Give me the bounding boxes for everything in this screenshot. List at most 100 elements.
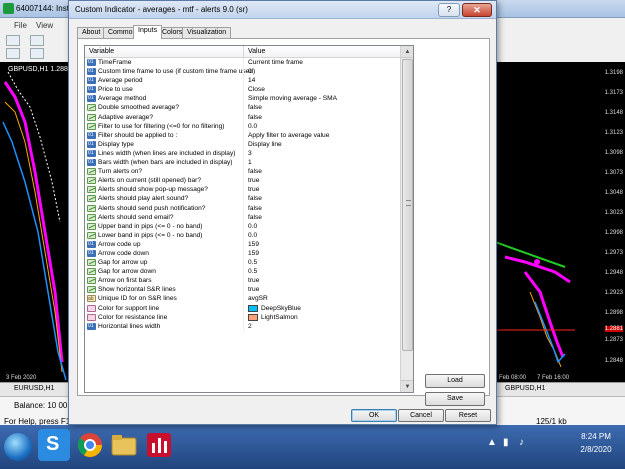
scroll-up-arrow-icon[interactable]: ▲ (401, 46, 413, 58)
param-value[interactable]: 159 (248, 249, 259, 258)
param-value[interactable]: 0.0 (248, 222, 257, 231)
chart-tab-eurusd[interactable]: EURUSD,H1 (14, 385, 54, 392)
column-divider[interactable] (243, 46, 244, 58)
param-value[interactable]: false (248, 194, 262, 203)
table-row[interactable]: Bars width (when bars are included in di… (85, 158, 401, 168)
param-value[interactable]: Close (248, 85, 265, 94)
file-explorer-icon[interactable] (108, 429, 140, 461)
tray-expand-icon[interactable]: ▲ (487, 437, 497, 448)
param-value[interactable]: 14 (248, 76, 255, 85)
param-value[interactable]: 0.0 (248, 122, 257, 131)
param-value[interactable]: Simple moving average - SMA (248, 94, 337, 103)
tab-about[interactable]: About (77, 27, 106, 38)
help-button[interactable]: ? (438, 3, 460, 17)
param-value[interactable]: false (248, 113, 262, 122)
table-row[interactable]: Horizontal lines width 2 (85, 321, 401, 331)
param-value[interactable]: Current time frame (248, 58, 303, 67)
load-button[interactable]: Load (425, 374, 485, 388)
param-value[interactable]: false (248, 167, 262, 176)
param-value[interactable]: 0 (248, 67, 252, 76)
table-row[interactable]: Color for resistance line LightSalmon (85, 312, 401, 322)
cancel-button[interactable]: Cancel (398, 409, 444, 422)
param-value[interactable]: true (248, 276, 259, 285)
crosshair-icon[interactable] (6, 48, 20, 59)
param-value[interactable]: true (248, 285, 259, 294)
system-tray-icons[interactable]: ▲ ▮ ♪ (485, 435, 565, 455)
chart-right-portion[interactable]: 1.3198 1.3173 1.3148 1.3123 1.3098 1.307… (495, 62, 625, 382)
color-swatch[interactable] (248, 313, 258, 321)
tab-visualization[interactable]: Visualization (182, 27, 232, 38)
param-value[interactable]: 2 (248, 322, 252, 331)
column-header-value[interactable]: Value (248, 48, 265, 55)
table-row[interactable]: Price to use Close (85, 85, 401, 95)
param-value[interactable]: 159 (248, 240, 259, 249)
param-value[interactable]: 3 (248, 149, 252, 158)
skype-icon[interactable]: S (38, 429, 70, 461)
clock-date[interactable]: 2/8/2020 (570, 445, 622, 454)
chart-left-portion[interactable]: GBPUSD,H1 1.288 3 Feb 2020 (0, 62, 70, 382)
param-value[interactable]: true (248, 185, 259, 194)
scroll-down-arrow-icon[interactable]: ▼ (401, 380, 413, 392)
table-row[interactable]: Show horizontal S&R lines true (85, 285, 401, 295)
chrome-icon[interactable] (74, 429, 106, 461)
param-value[interactable]: avgSR (248, 294, 268, 303)
color-swatch[interactable] (248, 304, 258, 312)
close-button[interactable]: ✕ (462, 3, 492, 17)
column-header-variable[interactable]: Variable (89, 48, 114, 55)
save-button[interactable]: Save (425, 392, 485, 406)
table-row[interactable]: Gap for arrow up 0.5 (85, 258, 401, 268)
table-row[interactable]: Arrow code down 159 (85, 248, 401, 258)
table-row[interactable]: TimeFrame Current time frame (85, 58, 401, 67)
scrollbar-thumb[interactable] (402, 59, 413, 351)
param-value[interactable]: true (248, 176, 259, 185)
table-row[interactable]: Filter to use for filtering (<=0 for no … (85, 121, 401, 131)
table-row[interactable]: Arrow on first bars true (85, 276, 401, 286)
line-tool-icon[interactable] (30, 48, 44, 59)
param-value[interactable]: false (248, 103, 262, 112)
table-row[interactable]: Alerts on current (still opened) bar? tru… (85, 176, 401, 186)
table-row[interactable]: Average period 14 (85, 76, 401, 86)
table-row[interactable]: Custom time frame to use (if custom time… (85, 67, 401, 77)
table-row[interactable]: Filter should be applied to : Apply filte… (85, 130, 401, 140)
volume-icon[interactable]: ♪ (519, 437, 524, 448)
param-value[interactable]: false (248, 204, 262, 213)
table-row[interactable]: Lower band in pips (<= 0 - no band) 0.0 (85, 230, 401, 240)
param-value[interactable]: 1 (248, 158, 252, 167)
reset-button[interactable]: Reset (445, 409, 491, 422)
table-row[interactable]: Alerts should show pop-up message? true (85, 185, 401, 195)
vertical-scrollbar[interactable]: ▲ ▼ (400, 46, 413, 392)
param-value[interactable]: 0.5 (248, 258, 257, 267)
param-value[interactable]: 0.0 (248, 231, 257, 240)
param-value[interactable]: false (248, 213, 262, 222)
chart-tab-gbpusd[interactable]: GBPUSD,H1 (505, 385, 545, 392)
metatrader-taskbar-icon[interactable] (143, 429, 175, 461)
param-value[interactable]: Display line (248, 140, 282, 149)
table-row[interactable]: Alerts should send email? false (85, 212, 401, 222)
ok-button[interactable]: OK (351, 409, 397, 422)
profiles-icon[interactable] (30, 35, 44, 46)
table-row[interactable]: Gap for arrow down 0.5 (85, 267, 401, 277)
table-row[interactable]: Unique ID for on S&R lines avgSR (85, 294, 401, 304)
menu-view[interactable]: View (36, 21, 53, 30)
start-button[interactable] (4, 433, 32, 461)
network-icon[interactable]: ▮ (503, 437, 509, 448)
param-value[interactable]: Apply filter to average value (248, 131, 329, 140)
table-row[interactable]: Upper band in pips (<= 0 - no band) 0.0 (85, 221, 401, 231)
tab-inputs[interactable]: Inputs (133, 25, 163, 39)
table-row[interactable]: Alerts should play alert sound? false (85, 194, 401, 204)
table-row[interactable]: Lines width (when lines are included in … (85, 148, 401, 158)
clock-time[interactable]: 8:24 PM (570, 432, 622, 441)
menu-file[interactable]: File (14, 21, 27, 30)
table-row[interactable]: Adaptive average? false (85, 112, 401, 122)
param-value[interactable]: DeepSkyBlue (261, 304, 301, 313)
table-row[interactable]: Turn alerts on? false (85, 167, 401, 177)
table-row[interactable]: Color for support line DeepSkyBlue (85, 303, 401, 313)
table-row[interactable]: Display type Display line (85, 139, 401, 149)
param-value[interactable]: 0.5 (248, 267, 257, 276)
table-row[interactable]: Arrow code up 159 (85, 239, 401, 249)
dialog-titlebar[interactable]: Custom Indicator - averages - mtf - aler… (69, 1, 496, 19)
param-value[interactable]: LightSalmon (261, 313, 298, 322)
new-chart-icon[interactable] (6, 35, 20, 46)
table-row[interactable]: Average method Simple moving average - SM… (85, 94, 401, 104)
table-row[interactable]: Alerts should send push notification? fal… (85, 203, 401, 213)
